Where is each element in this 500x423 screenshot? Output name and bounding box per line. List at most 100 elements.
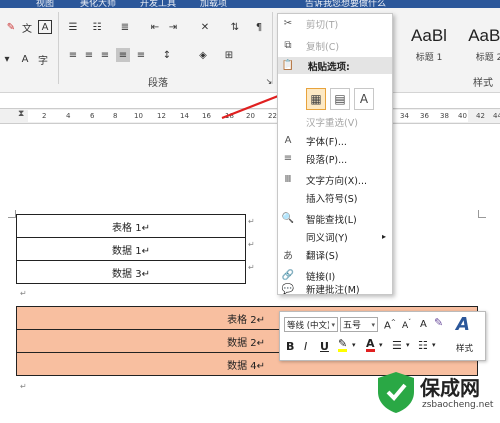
shrink-font-icon[interactable]: Aˇ — [402, 319, 411, 331]
table-cell[interactable]: 数据 3↵ — [16, 260, 246, 284]
menu-item-label: 链接(I) — [306, 271, 336, 283]
ruler-tick: 2 — [42, 112, 47, 120]
chinese-layout-icon[interactable]: ✕ — [198, 20, 212, 34]
menu-item-label: 汉字重选(V) — [306, 117, 358, 129]
paragraph-mark: ↵ — [20, 289, 27, 298]
keep-source-formatting-icon[interactable]: ▦ — [306, 88, 326, 110]
menu-item-label: 粘贴选项: — [308, 61, 350, 73]
show-marks-icon[interactable]: ¶ — [252, 20, 266, 34]
italic-icon[interactable]: I — [304, 340, 307, 353]
ruler-tick: 12 — [157, 112, 166, 120]
underline-icon[interactable]: U — [320, 340, 329, 353]
tab-view[interactable]: 视图 — [36, 0, 54, 8]
paragraph-icon: ≡ — [283, 153, 293, 164]
tab-addins[interactable]: 加载项 — [200, 0, 227, 8]
translate-icon: あ — [283, 251, 293, 262]
menu-item-insert-symbol[interactable]: 插入符号(S) — [278, 189, 392, 206]
chevron-down-icon[interactable]: ▾ — [432, 341, 436, 349]
menu-item-synonyms[interactable]: 同义词(Y) ▸ — [278, 228, 392, 245]
scissors-icon: ✂ — [283, 18, 293, 29]
tab-beautify[interactable]: 美化大师 — [80, 0, 116, 8]
chevron-down-icon[interactable]: ▾ — [379, 341, 383, 349]
merge-table-icon[interactable]: ▤ — [330, 88, 350, 110]
paragraph-group-label: 段落 — [148, 78, 168, 89]
justify-icon[interactable]: ≡ — [116, 48, 130, 62]
char-border-icon[interactable]: A — [38, 20, 52, 34]
font-name-dropdown[interactable]: 等线 (中文) ▾ — [284, 317, 338, 332]
ruler-tick: 36 — [420, 112, 429, 120]
line-spacing-icon[interactable]: ↕ — [160, 48, 174, 62]
font-size-dropdown[interactable]: 五号 ▾ — [340, 317, 378, 332]
bullets-icon[interactable]: ☰ — [392, 339, 402, 352]
context-menu: ✂ 剪切(T) ⧉ 复制(C) 📋 粘贴选项: ▦ ▤ A 汉字重选(V) A 字体(F… — [277, 13, 393, 297]
numbering-icon[interactable]: ☷ — [418, 339, 428, 352]
table-cell[interactable]: 数据 1↵ — [16, 237, 246, 261]
clear-format-icon[interactable]: ✎ — [4, 20, 18, 34]
bullets-icon[interactable]: ☰ — [66, 20, 80, 34]
crop-mark — [478, 210, 486, 218]
menu-item-new-comment[interactable]: 💬 新建批注(M) — [278, 282, 392, 297]
ruler-tick: 8 — [113, 112, 118, 120]
style-sample: AaBl — [411, 26, 447, 45]
bold-icon[interactable]: B — [286, 340, 294, 353]
char-shading-icon[interactable]: A — [18, 52, 32, 66]
distributed-icon[interactable]: ≡ — [134, 48, 148, 62]
phonetic-icon[interactable]: A — [420, 319, 427, 330]
styles-group-label: 样式 — [473, 78, 493, 89]
menu-item-translate[interactable]: あ 翻译(S) — [278, 246, 392, 263]
paragraph-mark: ↵ — [20, 382, 27, 391]
format-painter-icon[interactable]: ✎ — [434, 316, 443, 329]
watermark-name: 保成网 — [420, 376, 480, 400]
ribbon-tab-strip: 视图 美化大师 开发工具 加载项 告诉我您想要做什么 — [0, 0, 500, 8]
phonetic-guide-icon[interactable]: 文 — [20, 20, 34, 35]
sort-icon[interactable]: ⇅ — [228, 20, 242, 34]
style-name: 标题 1 — [415, 53, 443, 63]
style-heading-1[interactable]: AaBl 标题 1 — [398, 22, 460, 68]
tab-developer[interactable]: 开发工具 — [140, 0, 176, 8]
menu-item-label: 段落(P)... — [306, 154, 348, 166]
chevron-down-icon: ▾ — [331, 320, 335, 329]
font-icon: A — [284, 135, 292, 146]
chevron-down-icon[interactable]: ▾ — [352, 341, 356, 349]
grow-font-icon[interactable]: A^ — [384, 319, 396, 331]
tell-me-box[interactable]: 告诉我您想要做什么 — [305, 0, 386, 8]
menu-item-paragraph[interactable]: ≡ 段落(P)... — [278, 150, 392, 167]
menu-item-text-direction[interactable]: Ⅲ 文字方向(X)... — [278, 171, 392, 188]
numbering-icon[interactable]: ☷ — [90, 20, 104, 34]
menu-item-font[interactable]: A 字体(F)... — [278, 132, 392, 149]
menu-item-cut: ✂ 剪切(T) — [278, 15, 392, 32]
multilevel-list-icon[interactable]: ≣ — [118, 20, 132, 34]
align-center-icon[interactable]: ≡ — [82, 48, 96, 62]
ribbon-separator — [272, 12, 273, 84]
styles-label: 样式 — [456, 344, 474, 354]
enclose-char-icon[interactable]: 字 — [36, 52, 50, 67]
ribbon-separator — [58, 12, 59, 84]
chevron-down-icon[interactable]: ▾ — [406, 341, 410, 349]
indent-marker-icon[interactable]: ⧗ — [18, 109, 24, 119]
link-icon: 🔗 — [281, 270, 295, 281]
style-heading-2[interactable]: AaBb 标题 2 — [458, 22, 500, 68]
menu-item-label: 智能查找(L) — [306, 214, 357, 226]
shading-icon[interactable]: ◈ — [196, 48, 210, 62]
keep-text-only-icon[interactable]: A — [354, 88, 374, 110]
ruler-tick: 4 — [66, 112, 71, 120]
align-right-icon[interactable]: ≡ — [98, 48, 112, 62]
decrease-indent-icon[interactable]: ⇤ — [148, 20, 162, 34]
increase-indent-icon[interactable]: ⇥ — [166, 20, 180, 34]
borders-icon[interactable]: ⊞ — [222, 48, 236, 62]
ruler-tick: 6 — [90, 112, 95, 120]
font-color-icon[interactable]: ▾ — [0, 52, 14, 66]
align-left-icon[interactable]: ≡ — [66, 48, 80, 62]
font-color-icon[interactable]: A — [366, 338, 375, 352]
style-sample: AaBb — [468, 26, 500, 45]
styles-icon[interactable]: A — [456, 314, 470, 335]
highlight-icon[interactable]: ✎ — [338, 338, 348, 352]
table-1[interactable]: 表格 1↵ 数据 1↵ 数据 3↵ — [16, 214, 246, 284]
shield-logo-icon — [378, 372, 414, 413]
table-cell[interactable]: 表格 1↵ — [16, 214, 246, 238]
clipboard-icon: 📋 — [281, 60, 295, 71]
ruler-tick: 42 — [476, 112, 485, 120]
menu-item-smart-lookup[interactable]: 🔍 智能查找(L) — [278, 210, 392, 227]
watermark-logo: 保成网 zsbaocheng.net — [372, 366, 497, 422]
end-of-row-mark: ↵ — [248, 240, 255, 249]
